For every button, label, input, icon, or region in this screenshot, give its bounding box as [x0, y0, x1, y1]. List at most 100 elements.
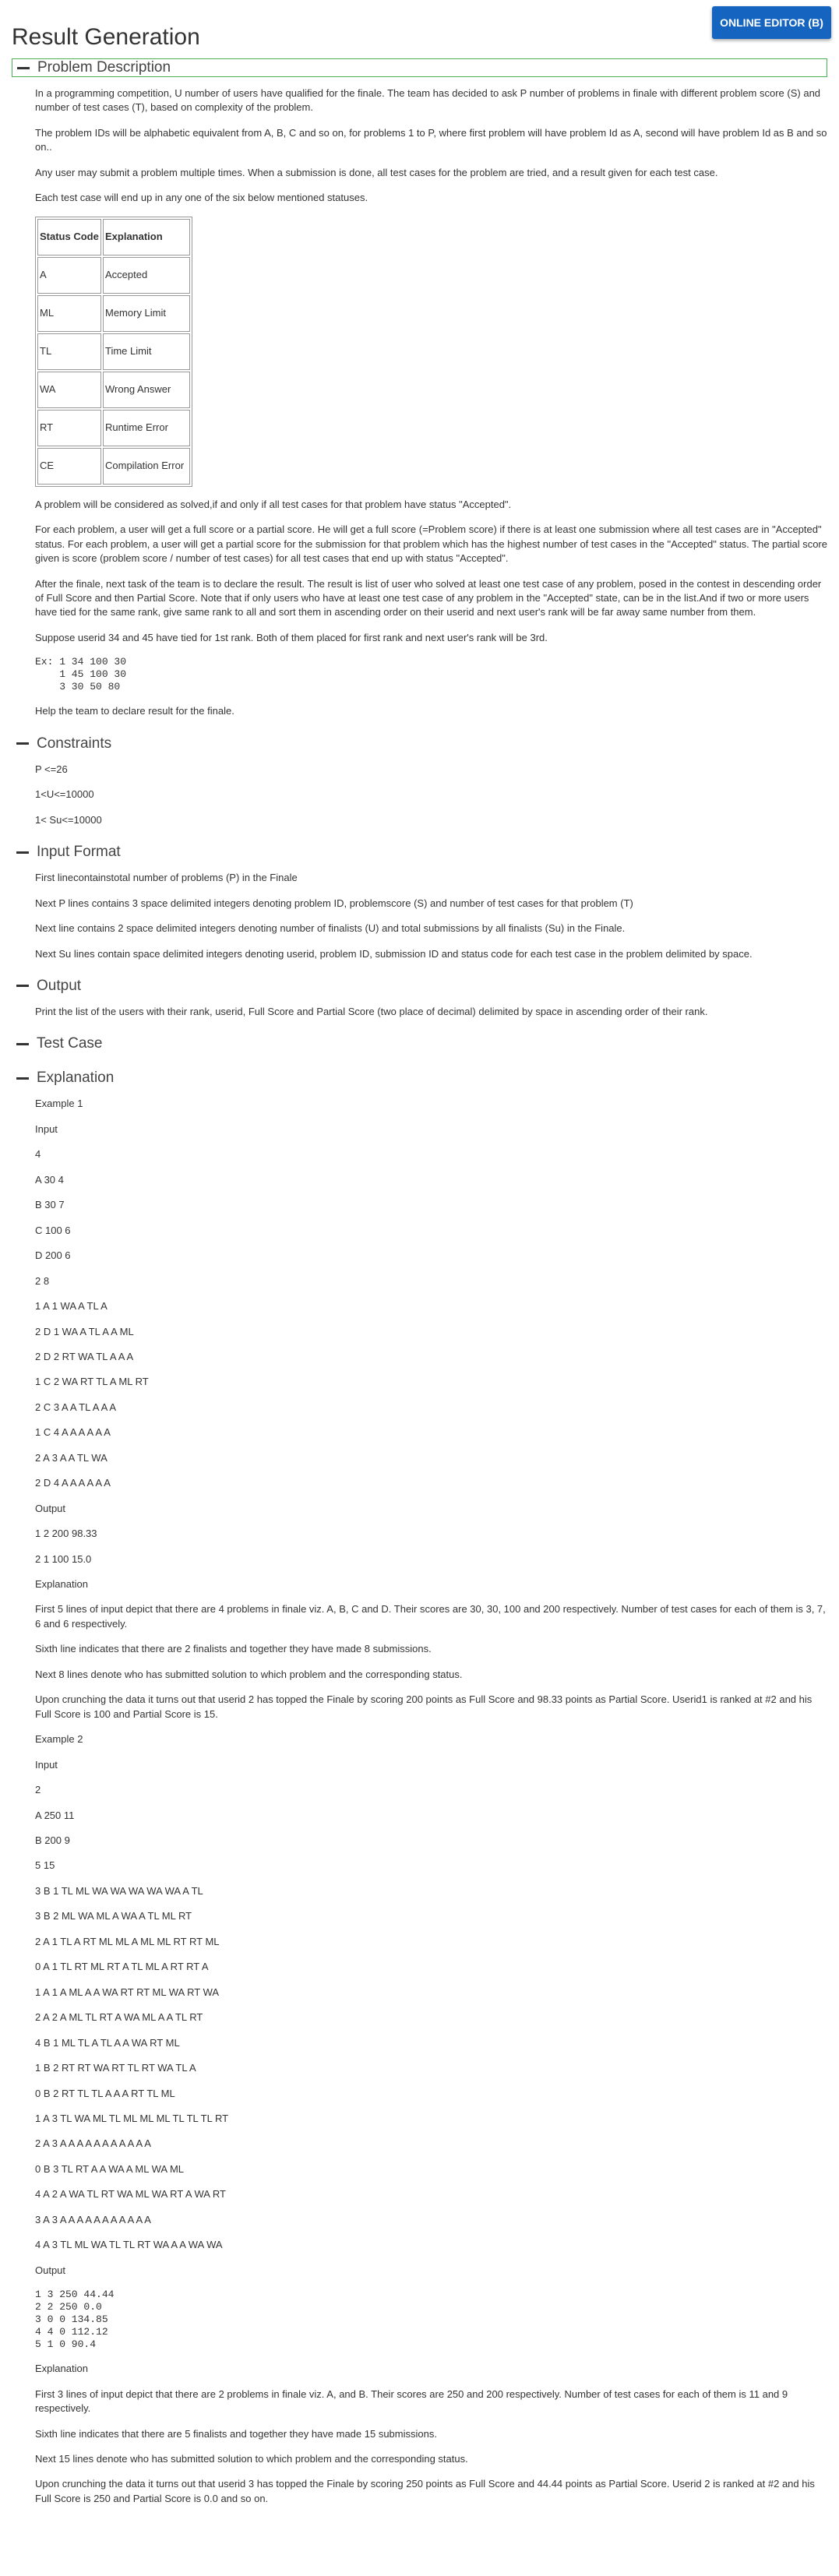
section-header-constraints[interactable]: Constraints: [12, 735, 827, 753]
page-title: Result Generation: [12, 24, 200, 50]
input-line: 0 B 2 RT TL TL A A A RT TL ML: [35, 2087, 175, 2099]
input-line: C 100 6: [35, 1224, 71, 1236]
collapse-icon[interactable]: [12, 844, 33, 861]
input-format-item: Next line contains 2 space delimited int…: [35, 922, 626, 935]
example-input: 2 A 250 11 B 200 9 5 15 3 B 1 TL ML WA WA WA…: [35, 1783, 827, 2253]
table-header: Explanation: [103, 218, 190, 255]
input-line: B 200 9: [35, 1834, 70, 1847]
problem-description-body: In a programming competition, U number o…: [0, 77, 839, 735]
output-line: 1 2 200 98.33: [35, 1528, 97, 1540]
table-row: TL Time Limit: [37, 333, 190, 370]
input-line: 3 A 3 A A A A A A A A A A A: [35, 2213, 151, 2225]
section-header-output[interactable]: Output: [12, 977, 827, 996]
status-code-table: Status Code Explanation A Accepted ML Memor…: [35, 216, 192, 487]
constraints-body: P <=26 1<U<=10000 1< Su<=10000: [0, 753, 839, 843]
status-explanation-cell: Wrong Answer: [103, 371, 190, 408]
input-label: Input: [35, 1758, 58, 1771]
input-line: 0 A 1 TL RT ML RT A TL ML A RT RT A: [35, 1961, 209, 1973]
input-line: 5 15: [35, 1859, 55, 1872]
status-code-cell: RT: [37, 409, 101, 446]
section-header-problem-description[interactable]: Problem Description: [12, 58, 827, 77]
explanation-paragraph: Sixth line indicates that there are 5 fi…: [35, 2427, 437, 2440]
input-format-item: First linecontainstotal number of proble…: [35, 872, 298, 884]
input-line: 2 A 1 TL A RT ML ML A ML ML RT RT ML: [35, 1935, 220, 1947]
collapse-icon[interactable]: [12, 735, 33, 752]
description-paragraphs: In a programming competition, U number o…: [35, 86, 827, 206]
description-paragraph: The problem IDs will be alphabetic equiv…: [35, 126, 827, 153]
status-code-cell: TL: [37, 333, 101, 370]
input-format-body: First linecontainstotal number of proble…: [0, 862, 839, 977]
constraint-item: P <=26: [35, 763, 68, 775]
status-explanation-cell: Runtime Error: [103, 409, 190, 446]
input-line: 1 C 2 WA RT TL A ML RT: [35, 1376, 149, 1388]
explanation-paragraph: Upon crunching the data it turns out tha…: [35, 1693, 813, 1720]
description-paragraph: For each problem, a user will get a full…: [35, 523, 827, 565]
test-case-body: [0, 1053, 839, 1069]
section-title: Output: [37, 977, 82, 994]
example-explanation: First 5 lines of input depict that there…: [35, 1602, 827, 1721]
collapse-icon[interactable]: [12, 1035, 33, 1052]
section-title: Problem Description: [37, 59, 171, 76]
explanation-body: Example 1 Input 4 A 30 4 B 30 7 C 100 6 D 20…: [0, 1087, 839, 2521]
section-header-test-case[interactable]: Test Case: [12, 1034, 827, 1053]
input-line: 2 8: [35, 1274, 50, 1287]
collapse-icon[interactable]: [12, 1070, 33, 1087]
explanation-paragraph: Next 15 lines denote who has submitted s…: [35, 2452, 468, 2465]
input-line: B 30 7: [35, 1199, 65, 1211]
input-line: 2: [35, 1784, 41, 1796]
table-row: WA Wrong Answer: [37, 371, 190, 408]
main-content: Problem Description In a programming com…: [0, 0, 839, 2521]
status-code-cell: WA: [37, 371, 101, 408]
example-output: 1 3 250 44.44 2 2 250 0.0 3 0 0 134.85 4…: [35, 2289, 115, 2351]
collapse-icon[interactable]: [12, 978, 33, 995]
input-line: 2 C 3 A A TL A A A: [35, 1401, 117, 1413]
input-line: D 200 6: [35, 1249, 71, 1262]
constraint-item: 1<U<=10000: [35, 788, 94, 801]
status-code-cell: ML: [37, 294, 101, 332]
input-line: 4 A 2 A WA TL RT WA ML WA RT A WA RT: [35, 2188, 226, 2201]
status-explanation-cell: Memory Limit: [103, 294, 190, 332]
input-label: Input: [35, 1122, 58, 1135]
explanation-paragraph: First 3 lines of input depict that there…: [35, 2387, 788, 2415]
input-line: 3 B 1 TL ML WA WA WA WA WA A TL: [35, 1884, 203, 1897]
section-title: Constraints: [37, 735, 112, 752]
section-title: Test Case: [37, 1035, 103, 1052]
section-header-input-format[interactable]: Input Format: [12, 843, 827, 862]
example-label: Example 1: [35, 1098, 83, 1110]
output-label: Output: [35, 1502, 66, 1514]
output-label: Output: [35, 2264, 66, 2276]
description-paragraphs: A problem will be considered as solved,i…: [35, 498, 827, 646]
description-closing: Help the team to declare result for the …: [35, 705, 234, 717]
input-format-item: Next Su lines contain space delimited in…: [35, 947, 753, 960]
explanation-label: Explanation: [35, 1578, 88, 1591]
description-paragraph: Each test case will end up in any one of…: [35, 192, 368, 204]
input-line: 0 B 3 TL RT A A WA A ML WA ML: [35, 2162, 185, 2175]
explanation-label: Explanation: [35, 2363, 88, 2375]
input-line: 4 B 1 ML TL A TL A A WA RT ML: [35, 2036, 180, 2049]
table-row: ML Memory Limit: [37, 294, 190, 332]
table-row: RT Runtime Error: [37, 409, 190, 446]
status-code-cell: A: [37, 256, 101, 294]
input-line: 1 C 4 A A A A A A: [35, 1426, 111, 1439]
online-editor-button[interactable]: ONLINE EDITOR (B): [712, 6, 831, 39]
status-explanation-cell: Compilation Error: [103, 447, 190, 485]
status-explanation-cell: Accepted: [103, 256, 190, 294]
example-output: 1 2 200 98.33 2 1 100 15.0: [35, 1527, 827, 1566]
status-explanation-cell: Time Limit: [103, 333, 190, 370]
page: Result Generation ONLINE EDITOR (B) Prob…: [0, 0, 839, 2576]
input-line: 2 A 3 A A TL WA: [35, 1451, 108, 1464]
description-paragraph: Suppose userid 34 and 45 have tied for 1…: [35, 631, 548, 643]
input-line: 2 A 3 A A A A A A A A A A A: [35, 2137, 151, 2150]
example-block: Ex: 1 34 100 30 1 45 100 30 3 30 50 80: [35, 656, 127, 693]
collapse-icon[interactable]: [12, 59, 34, 76]
example-label: Example 2: [35, 1733, 83, 1746]
section-title: Input Format: [37, 844, 121, 861]
input-line: A 30 4: [35, 1173, 64, 1186]
input-line: 1 B 2 RT RT WA RT TL RT WA TL A: [35, 2062, 196, 2074]
description-paragraph: Any user may submit a problem multiple t…: [35, 166, 718, 178]
input-format-item: Next P lines contains 3 space delimited …: [35, 897, 633, 909]
input-line: 2 D 2 RT WA TL A A A: [35, 1350, 134, 1362]
input-line: A 250 11: [35, 1809, 75, 1821]
section-header-explanation[interactable]: Explanation: [12, 1069, 827, 1087]
description-paragraph: After the finale, next task of the team …: [35, 577, 822, 618]
